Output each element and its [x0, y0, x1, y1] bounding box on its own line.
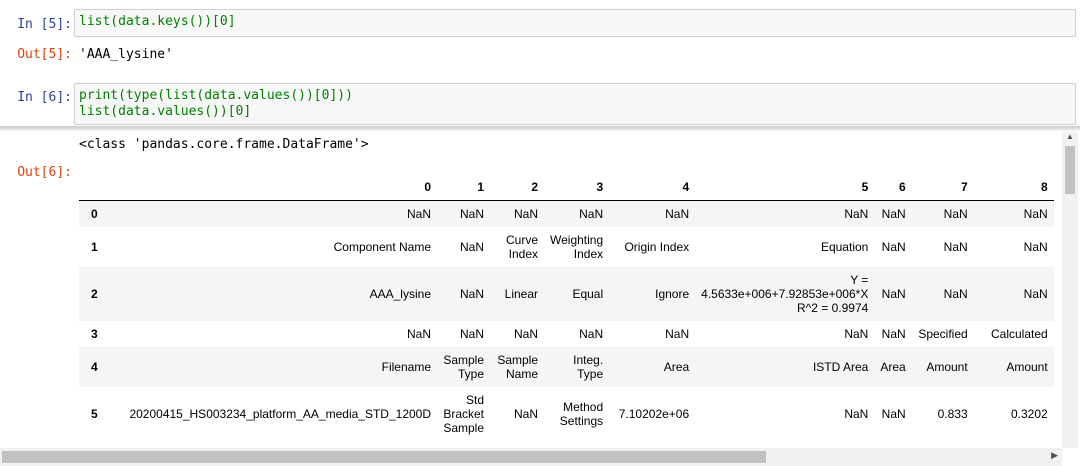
table-cell: NaN	[943, 206, 968, 221]
table-cell: Curve Index	[505, 232, 538, 261]
table-cell: Amount	[1006, 359, 1048, 374]
table-cell: 20200415_HS003234_platform_AA_media_STD_…	[129, 406, 431, 421]
dataframe-column-header: 0	[112, 174, 437, 201]
table-cell: NaN	[513, 326, 538, 341]
in5-code: list(data.keys())[0]	[79, 14, 236, 29]
table-cell: 7.10202e+06	[618, 406, 690, 421]
table-cell: NaN	[459, 239, 484, 254]
row-index: 3	[91, 326, 98, 341]
table-row: 0 NaN NaN NaN NaN NaN NaN NaN NaN NaN	[79, 200, 1054, 227]
out5-prompt: Out[5]:	[17, 47, 72, 62]
dataframe-column-header: 2	[490, 174, 544, 201]
out5-value: 'AAA_lysine'	[79, 47, 173, 62]
table-cell: Calculated	[990, 326, 1048, 341]
table-cell: Y = 4.5633e+006+7.92853e+006*X R^2 = 0.997…	[701, 272, 869, 315]
dataframe-column-header	[79, 174, 112, 201]
table-cell: 0.3202	[1010, 406, 1048, 421]
dataframe-table: 012345678 0 NaN NaN NaN NaN NaN NaN NaN NaN NaN 1 C…	[79, 174, 1054, 441]
table-cell: NaN	[881, 239, 906, 254]
row-index: 1	[91, 239, 98, 254]
table-cell: NaN	[1023, 239, 1048, 254]
table-cell: 0.833	[937, 406, 968, 421]
row-index: 4	[91, 359, 98, 374]
table-cell: Filename	[381, 359, 431, 374]
table-row: 2 AAA_lysine NaN Linear Equal Ignore Y = 4.5633…	[79, 266, 1054, 321]
table-row: 3 NaN NaN NaN NaN NaN NaN NaN Specified Calculate…	[79, 321, 1054, 347]
table-cell: Component Name	[333, 239, 431, 254]
table-cell: Linear	[504, 286, 538, 301]
out6-stdout: <class 'pandas.core.frame.DataFrame'>	[79, 137, 369, 152]
table-cell: Amount	[926, 359, 968, 374]
dataframe-column-header: 5	[695, 174, 875, 201]
table-cell: NaN	[579, 206, 604, 221]
table-row: 4 Filename Sample Type Sample Name Integ. Type A…	[79, 346, 1054, 387]
dataframe-header-row: 012345678	[79, 174, 1054, 201]
table-cell: NaN	[844, 406, 869, 421]
table-row: 5 20200415_HS003234_platform_AA_media_STD…	[79, 387, 1054, 441]
table-cell: NaN	[943, 239, 968, 254]
table-cell: NaN	[881, 326, 906, 341]
table-cell: Ignore	[655, 286, 690, 301]
in5-code-cell[interactable]: list(data.keys())[0]	[74, 9, 1076, 37]
table-cell: NaN	[943, 286, 968, 301]
table-cell: NaN	[513, 206, 538, 221]
table-cell: NaN	[881, 406, 906, 421]
dataframe-column-header: 7	[911, 174, 974, 201]
row-index: 2	[91, 286, 98, 301]
table-cell: NaN	[881, 206, 906, 221]
table-cell: Area	[880, 359, 906, 374]
scroll-up-arrow-icon[interactable]: ▲	[1062, 132, 1078, 141]
table-cell: NaN	[844, 326, 869, 341]
dataframe-column-header: 8	[973, 174, 1054, 201]
in6-code-line2: list(data.values())[0]	[79, 104, 252, 119]
in6-code-line1: print(type(list(data.values())[0]))	[79, 88, 353, 103]
table-cell: NaN	[844, 206, 869, 221]
table-cell: NaN	[665, 206, 690, 221]
table-cell: NaN	[459, 326, 484, 341]
dataframe-column-header: 1	[437, 174, 490, 201]
in6-prompt: In [6]:	[17, 90, 72, 105]
table-cell: NaN	[406, 206, 431, 221]
table-cell: NaN	[579, 326, 604, 341]
table-cell: Equation	[820, 239, 869, 254]
table-cell: Origin Index	[624, 239, 690, 254]
table-cell: Sample Type	[443, 352, 484, 381]
in5-prompt: In [5]:	[17, 17, 72, 32]
vertical-scroll-thumb[interactable]	[1065, 146, 1075, 194]
dataframe-column-header: 3	[544, 174, 610, 201]
table-cell: NaN	[459, 206, 484, 221]
out6-output-area[interactable]: <class 'pandas.core.frame.DataFrame'> 01…	[74, 132, 1062, 448]
scroll-right-arrow-icon[interactable]: ▶	[1051, 450, 1058, 461]
table-cell: ISTD Area	[812, 359, 869, 374]
vertical-scrollbar[interactable]: ▲	[1062, 132, 1078, 448]
table-cell: NaN	[513, 406, 538, 421]
table-cell: Weighting Index	[550, 232, 604, 261]
table-cell: NaN	[459, 286, 484, 301]
table-row: 1 Component Name NaN Curve Index Weighting Ind…	[79, 227, 1054, 267]
dataframe-column-header: 6	[874, 174, 912, 201]
table-cell: Integ. Type	[573, 352, 604, 381]
horizontal-scroll-thumb[interactable]	[2, 451, 766, 463]
table-cell: NaN	[1023, 286, 1048, 301]
table-cell: Specified	[918, 326, 968, 341]
out6-prompt: Out[6]:	[17, 165, 72, 180]
table-cell: Equal	[572, 286, 604, 301]
table-cell: Method Settings	[559, 399, 604, 428]
table-cell: NaN	[665, 326, 690, 341]
table-cell: NaN	[881, 286, 906, 301]
table-cell: Std Bracket Sample	[443, 392, 484, 435]
row-index: 0	[91, 206, 98, 221]
table-cell: AAA_lysine	[369, 286, 431, 301]
table-cell: Area	[663, 359, 690, 374]
in6-code-cell[interactable]: print(type(list(data.values())[0])) list…	[74, 83, 1076, 125]
dataframe-column-header: 4	[609, 174, 696, 201]
table-cell: Sample Name	[497, 352, 538, 381]
row-index: 5	[91, 406, 98, 421]
horizontal-scrollbar[interactable]: ▶	[0, 448, 1062, 466]
table-cell: NaN	[1023, 206, 1048, 221]
table-cell: NaN	[406, 326, 431, 341]
